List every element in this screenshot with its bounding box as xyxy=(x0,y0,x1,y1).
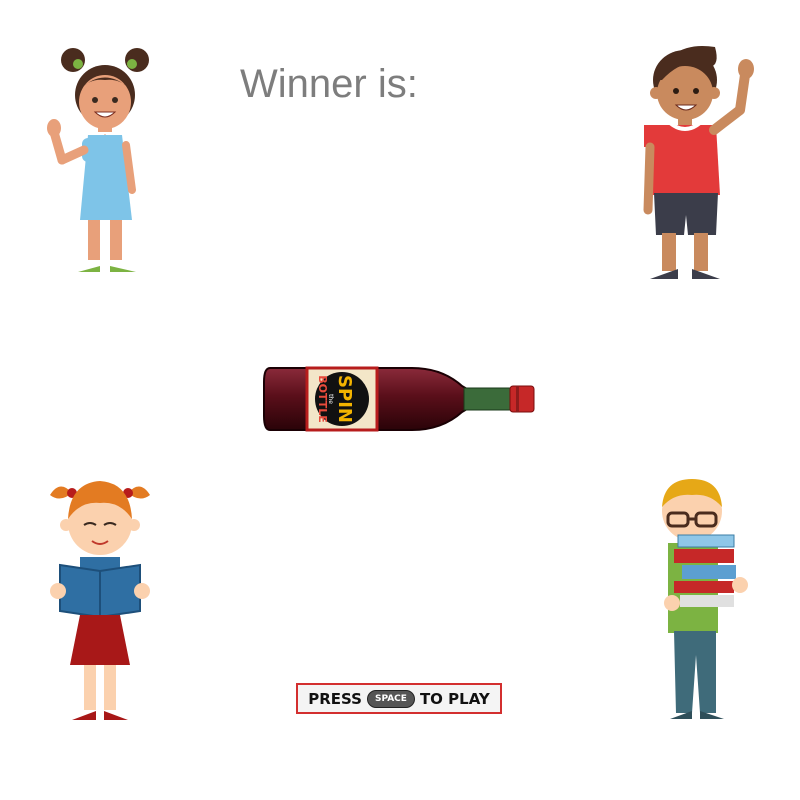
reading-girl-icon xyxy=(50,481,150,720)
to-play-label: TO PLAY xyxy=(419,689,490,708)
winner-title: Winner is: xyxy=(240,62,418,106)
bottle-label-bottle: BOTTLE xyxy=(316,375,329,423)
space-key-icon: SPACE xyxy=(366,689,415,708)
boy-books-icon xyxy=(662,479,748,719)
press-label: PRESS xyxy=(308,689,362,708)
waving-boy-icon xyxy=(643,45,754,279)
press-space-to-play-button[interactable]: PRESS SPACE TO PLAY xyxy=(296,683,502,714)
bottle-label-spin: SPIN xyxy=(334,375,355,423)
waving-girl-icon xyxy=(47,48,149,272)
spin-bottle-icon[interactable]: SPIN the BOTTLE xyxy=(262,362,538,436)
